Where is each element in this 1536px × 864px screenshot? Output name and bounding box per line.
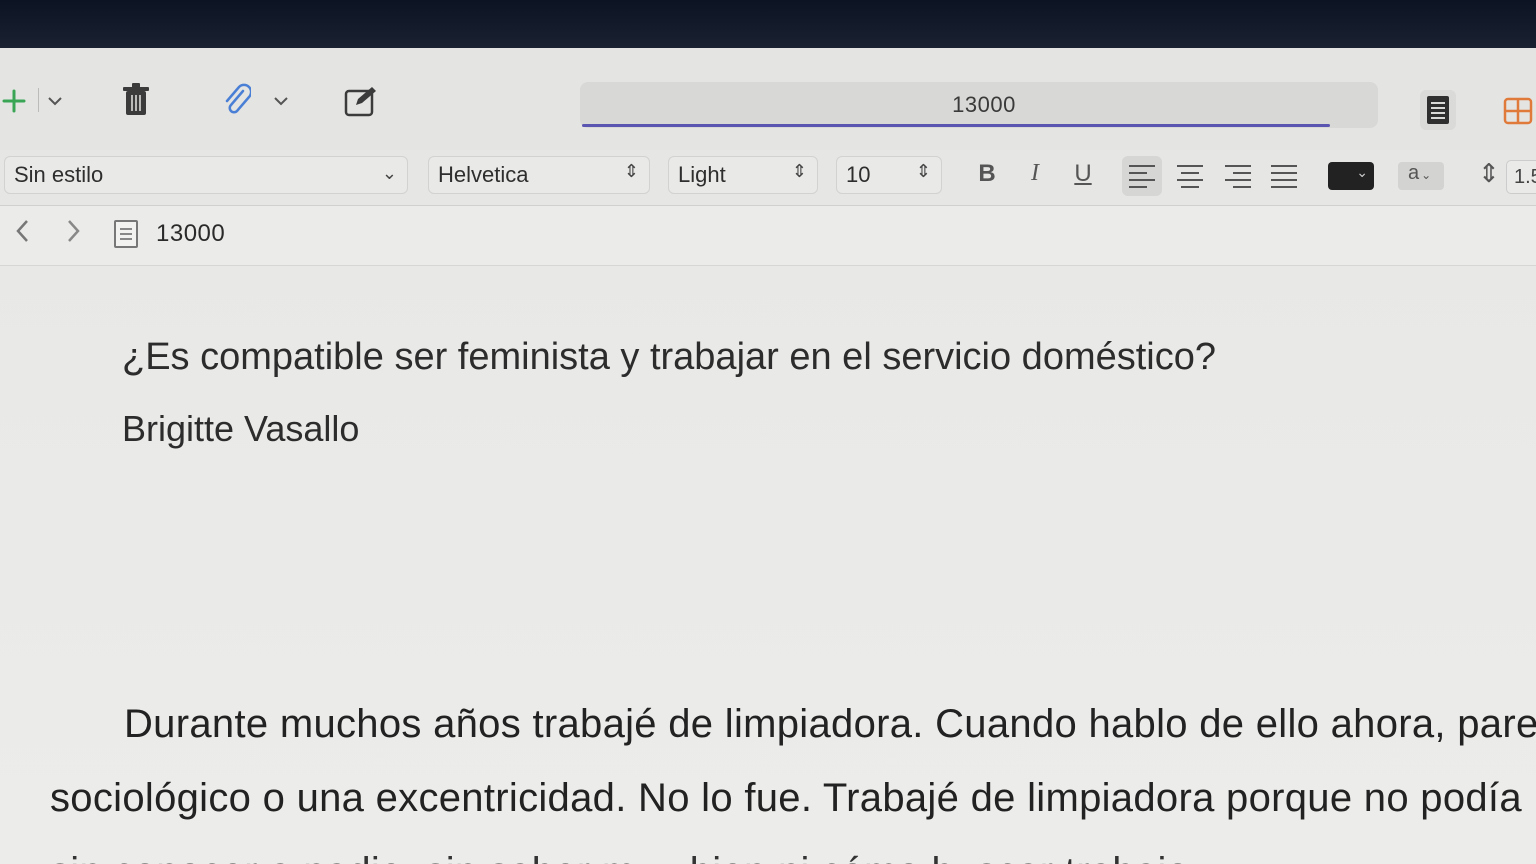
- line-spacing-field[interactable]: 1.5: [1506, 160, 1536, 194]
- font-family-select[interactable]: Helvetica ⇕: [428, 156, 650, 194]
- navigation-bar: 13000: [0, 206, 1536, 266]
- grid-view-button[interactable]: [1500, 94, 1536, 128]
- compose-button[interactable]: [342, 82, 380, 120]
- note-title-field[interactable]: 13000: [580, 82, 1378, 128]
- chevron-down-icon: ⌄: [1356, 164, 1368, 180]
- trash-icon: [123, 83, 149, 115]
- paragraph-line: sociológico o una excentricidad. No lo f…: [50, 776, 1522, 820]
- toolbar: 13000: [0, 48, 1536, 150]
- document-author: Brigitte Vasallo: [122, 408, 360, 449]
- chevron-down-icon: [48, 97, 62, 106]
- paragraph-line: sin conocer a nadie, sin saber muy bien …: [50, 850, 1189, 864]
- up-down-chevron-icon: ⇕: [623, 161, 639, 181]
- add-button[interactable]: [0, 84, 28, 118]
- highlight-color-picker[interactable]: a ⌄: [1398, 162, 1444, 190]
- align-right-icon: [1225, 164, 1251, 188]
- note-title-text: 13000: [952, 92, 1016, 117]
- up-down-chevron-icon: ⇕: [791, 161, 807, 181]
- font-size-select[interactable]: 10 ⇕: [836, 156, 942, 194]
- app-window: 13000 Sin estilo ⌄ Helvetica ⇕ Light ⇕ 1…: [0, 48, 1536, 864]
- format-bar: Sin estilo ⌄ Helvetica ⇕ Light ⇕ 10 ⇕ B …: [0, 150, 1536, 206]
- align-center-icon: [1177, 164, 1203, 188]
- align-justify-icon: [1271, 164, 1297, 188]
- paperclip-icon: [225, 83, 251, 114]
- compose-icon: [344, 87, 376, 117]
- highlight-label: a: [1408, 162, 1420, 184]
- align-left-button[interactable]: [1122, 156, 1162, 196]
- italic-button[interactable]: I: [1020, 160, 1050, 187]
- attach-button[interactable]: [218, 80, 254, 120]
- document-title: ¿Es compatible ser feminista y trabajar …: [122, 336, 1217, 378]
- document-icon: [114, 220, 138, 248]
- chevron-left-icon: [16, 220, 28, 242]
- text-color-picker[interactable]: ⌄: [1328, 162, 1374, 190]
- list-view-button[interactable]: [1420, 90, 1456, 130]
- font-family-value: Helvetica: [438, 162, 529, 187]
- chevron-down-icon: ⌄: [381, 163, 397, 183]
- attach-menu-button[interactable]: [270, 88, 292, 114]
- font-weight-value: Light: [678, 162, 726, 187]
- align-right-button[interactable]: [1218, 156, 1258, 196]
- paragraph-style-select[interactable]: Sin estilo ⌄: [4, 156, 408, 194]
- delete-button[interactable]: [118, 80, 154, 120]
- document-editor[interactable]: ¿Es compatible ser feminista y trabajar …: [0, 266, 1536, 864]
- chevron-right-icon: [68, 220, 80, 242]
- toolbar-divider: [38, 88, 39, 112]
- back-button[interactable]: [12, 216, 34, 254]
- font-size-value: 10: [846, 162, 871, 187]
- paragraph-line: Durante muchos años trabajé de limpiador…: [124, 702, 1536, 746]
- nav-note-title: 13000: [156, 220, 226, 247]
- line-spacing-icon: ⇕: [1478, 158, 1500, 188]
- font-weight-select[interactable]: Light ⇕: [668, 156, 818, 194]
- align-justify-button[interactable]: [1264, 156, 1304, 196]
- up-down-chevron-icon: ⇕: [915, 161, 931, 181]
- bold-button[interactable]: B: [972, 160, 1002, 188]
- title-progress-underline: [582, 124, 1330, 127]
- chevron-down-icon: [274, 97, 288, 106]
- chevron-down-icon: ⌄: [1421, 168, 1432, 182]
- grid-view-icon: [1503, 97, 1533, 125]
- align-center-button[interactable]: [1170, 156, 1210, 196]
- screen-bezel: [0, 0, 1536, 52]
- paragraph-style-value: Sin estilo: [14, 162, 104, 187]
- add-menu-button[interactable]: [44, 88, 66, 114]
- plus-icon: [2, 89, 26, 113]
- forward-button[interactable]: [62, 216, 84, 254]
- align-left-icon: [1129, 164, 1155, 188]
- list-view-icon: [1427, 96, 1449, 124]
- underline-button[interactable]: U: [1068, 160, 1098, 188]
